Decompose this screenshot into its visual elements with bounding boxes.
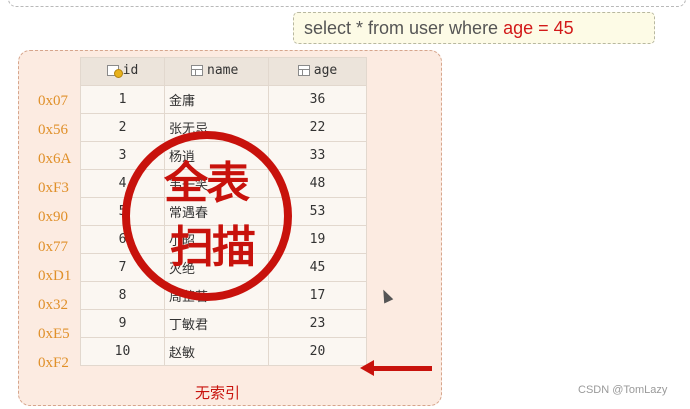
table-row[interactable]: 9 丁敏君 23 (80, 309, 367, 338)
sql-query-text: select * from user where (304, 17, 499, 38)
watermark: CSDN @TomLazy (578, 384, 668, 396)
column-header-id[interactable]: id (80, 57, 165, 86)
row-address: 0x07 (38, 93, 68, 109)
cell-name: 丁敏君 (164, 309, 269, 338)
cell-age: 23 (268, 309, 367, 338)
primary-key-icon (106, 65, 123, 78)
cell-age: 36 (268, 85, 367, 114)
stamp-text-line1: 全表 (164, 158, 250, 209)
full-table-scan-stamp (122, 131, 292, 301)
cell-id: 10 (80, 337, 165, 366)
cell-id: 1 (80, 85, 165, 114)
table-row[interactable]: 1 金庸 36 (80, 85, 367, 114)
cell-age: 17 (268, 281, 367, 310)
row-address: 0xE5 (38, 325, 70, 342)
cell-name: 赵敏 (164, 337, 269, 366)
row-address: 0x56 (38, 122, 68, 139)
column-header-age[interactable]: age (268, 57, 367, 86)
cell-age: 20 (268, 337, 367, 366)
row-address: 0x90 (38, 209, 68, 226)
column-icon (297, 65, 310, 76)
row-address: 0x6A (38, 151, 72, 168)
arrow-left-icon (360, 360, 374, 376)
row-address: 0x32 (38, 296, 68, 313)
column-header-name[interactable]: name (164, 57, 269, 86)
sql-query-box: select * from user where age = 45 (293, 12, 655, 44)
cell-name: 金庸 (164, 85, 269, 114)
row-address: 0x77 (38, 238, 68, 255)
stamp-text-line2: 扫描 (170, 222, 256, 273)
cell-age: 33 (268, 141, 367, 170)
cell-age: 22 (268, 113, 367, 142)
row-address: 0xF2 (38, 354, 69, 371)
row-address: 0xF3 (38, 180, 69, 197)
table-header-row: id name age (80, 57, 367, 86)
cell-id: 9 (80, 309, 165, 338)
arrow-shaft (372, 366, 432, 371)
cell-id: 2 (80, 113, 165, 142)
cell-id: 8 (80, 281, 165, 310)
cell-age: 45 (268, 253, 367, 282)
sql-condition-highlight: age = 45 (503, 17, 574, 38)
column-icon (191, 65, 203, 76)
no-index-caption: 无索引 (195, 384, 241, 402)
top-container-border (8, 0, 686, 7)
row-address: 0xD1 (38, 267, 72, 284)
table-row[interactable]: 10 赵敏 20 (80, 337, 367, 366)
